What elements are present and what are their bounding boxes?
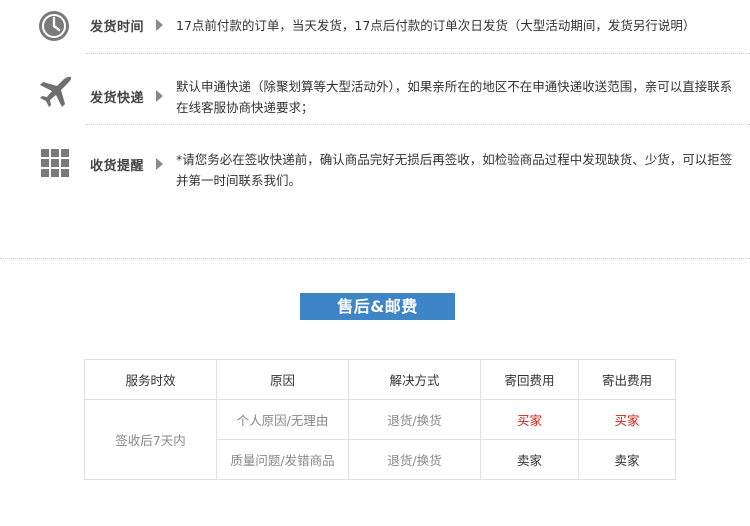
divider <box>86 53 750 54</box>
header-send-fee: 寄出费用 <box>578 359 676 400</box>
header-return-fee: 寄回费用 <box>480 359 579 400</box>
reason-cell: 质量问题/发错商品 <box>216 439 349 480</box>
shipping-time-label: 发货时间 <box>90 20 145 35</box>
send-fee-cell: 买家 <box>578 399 676 440</box>
shipping-time-text: 17点前付款的订单，当天发货，17点后付款的订单次日发货（大型活动期间，发货另行… <box>176 18 696 33</box>
table-header-row: 服务时效 原因 解决方式 寄回费用 寄出费用 <box>84 359 676 400</box>
chevron-right-icon <box>156 158 163 170</box>
reason-cell: 个人原因/无理由 <box>216 399 349 440</box>
return-fee-cell: 买家 <box>480 399 579 440</box>
grid-icon <box>40 148 70 182</box>
receipt-reminder-label: 收货提醒 <box>90 159 145 174</box>
divider <box>86 124 750 125</box>
header-period: 服务时效 <box>84 359 217 400</box>
chevron-right-icon <box>156 19 163 31</box>
header-reason: 原因 <box>216 359 349 400</box>
receipt-reminder-text: *请您务必在签收快递前，确认商品完好无损后再签收，如检验商品过程中发现缺货、少货… <box>176 152 733 188</box>
after-sales-title: 售后&邮费 <box>300 293 455 320</box>
page: 发货时间 17点前付款的订单，当天发货，17点后付款的订单次日发货（大型活动期间… <box>0 0 750 526</box>
section-divider <box>0 258 750 259</box>
table-row: 签收后7天内 个人原因/无理由 退货/换货 买家 买家 <box>84 399 676 480</box>
courier-label: 发货快递 <box>90 91 145 106</box>
solution-cell: 退货/换货 <box>348 399 481 440</box>
return-fee-cell: 卖家 <box>480 439 579 480</box>
after-sales-table: 服务时效 原因 解决方式 寄回费用 寄出费用 签收后7天内 个人原因/无理由 退… <box>84 359 676 480</box>
solution-cell: 退货/换货 <box>348 439 481 480</box>
period-cell: 签收后7天内 <box>84 399 217 480</box>
courier-text: 默认申通快递（除聚划算等大型活动外），如果亲所在的地区不在申通快递收送范围，亲可… <box>176 79 733 115</box>
clock-icon <box>38 10 70 46</box>
airplane-icon <box>38 74 74 114</box>
chevron-right-icon <box>156 90 163 102</box>
send-fee-cell: 卖家 <box>578 439 676 480</box>
header-solution: 解决方式 <box>348 359 481 400</box>
